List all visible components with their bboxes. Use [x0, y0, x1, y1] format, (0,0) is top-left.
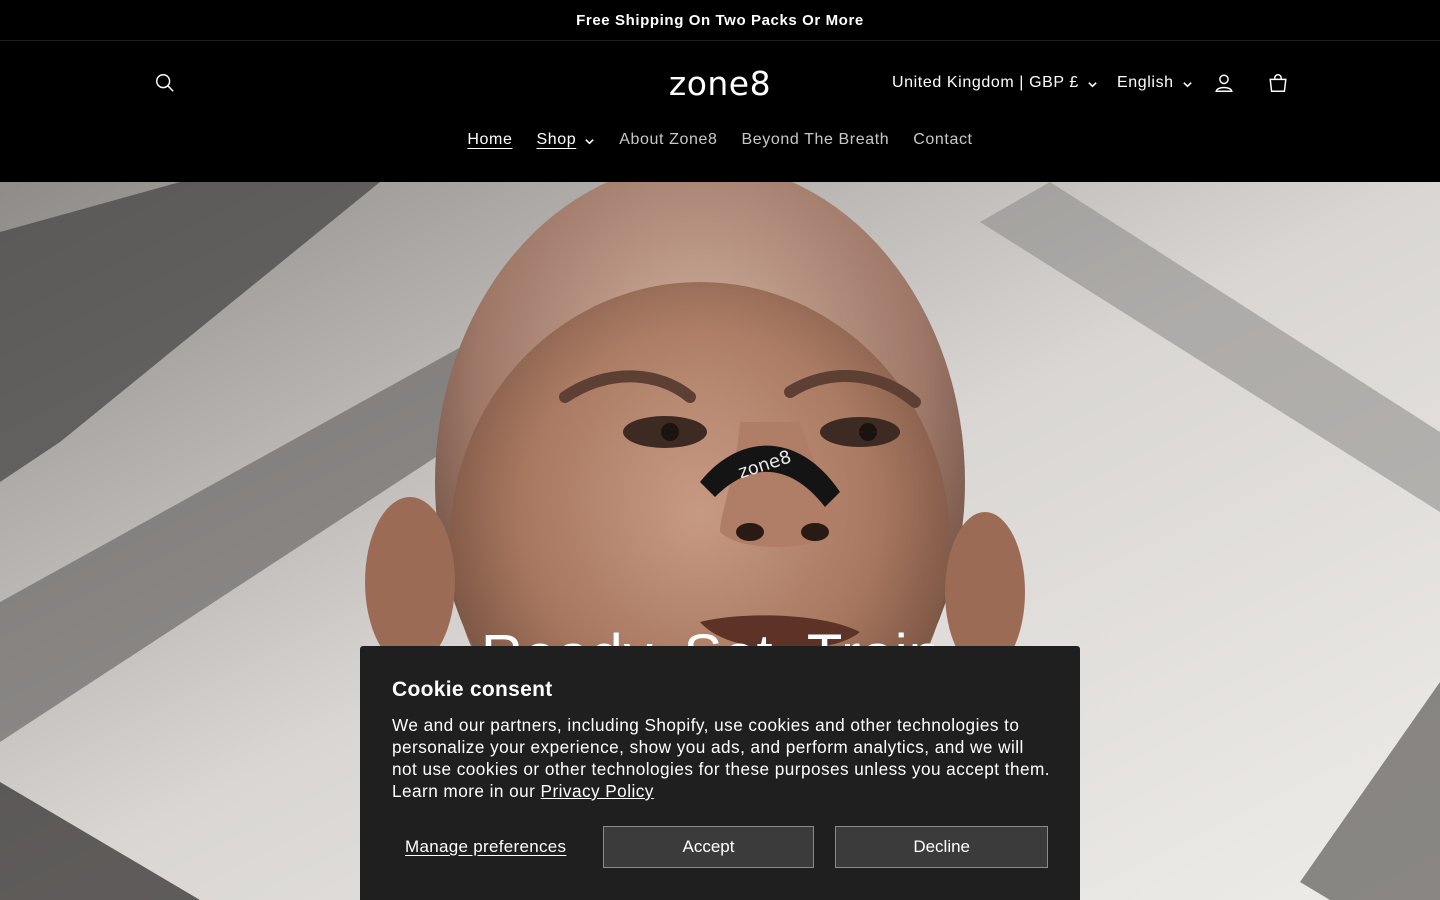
- cart-icon: [1269, 74, 1287, 92]
- chevron-down-icon: [1088, 81, 1097, 87]
- cookie-consent-banner: Cookie consent We and our partners, incl…: [360, 646, 1080, 900]
- language-label: English: [1117, 74, 1174, 91]
- search-icon: [156, 74, 174, 92]
- country-label: United Kingdom | GBP £: [892, 74, 1079, 91]
- nav-contact-label: Contact: [913, 131, 973, 148]
- nav-shop[interactable]: Shop: [524, 131, 607, 149]
- cart-button[interactable]: [1256, 61, 1300, 105]
- zone8-logo[interactable]: zone8: [650, 63, 790, 103]
- nav-beyond-label: Beyond The Breath: [741, 131, 890, 148]
- nav-contact[interactable]: Contact: [901, 131, 984, 149]
- site-header: zone8 United Kingdom | GBP £ English Hom…: [0, 41, 1440, 182]
- country-selector[interactable]: United Kingdom | GBP £: [892, 69, 1098, 97]
- nav-home-label: Home: [467, 131, 513, 148]
- main-nav: Home Shop About Zone8 Beyond The Breath …: [0, 125, 1440, 155]
- cookie-body: We and our partners, including Shopify, …: [392, 715, 1050, 801]
- privacy-policy-link[interactable]: Privacy Policy: [541, 781, 654, 801]
- nav-home[interactable]: Home: [455, 131, 524, 149]
- language-selector[interactable]: English: [1117, 69, 1193, 97]
- nav-about[interactable]: About Zone8: [607, 131, 729, 149]
- nav-shop-label: Shop: [536, 131, 577, 148]
- chevron-down-icon: [585, 138, 594, 144]
- announcement-text: Free Shipping On Two Packs Or More: [576, 11, 864, 29]
- cookie-text: We and our partners, including Shopify, …: [392, 714, 1052, 802]
- manage-preferences-button[interactable]: Manage preferences: [392, 837, 602, 857]
- announcement-bar: Free Shipping On Two Packs Or More: [0, 0, 1440, 41]
- account-icon: [1215, 74, 1233, 92]
- nav-beyond-the-breath[interactable]: Beyond The Breath: [729, 131, 901, 149]
- cookie-actions: Manage preferences Accept Decline: [392, 826, 1048, 868]
- cookie-title: Cookie consent: [392, 678, 553, 701]
- account-button[interactable]: [1202, 61, 1246, 105]
- search-button[interactable]: [143, 61, 187, 105]
- chevron-down-icon: [1182, 81, 1192, 87]
- nav-about-label: About Zone8: [619, 131, 718, 148]
- decline-button[interactable]: Decline: [835, 826, 1048, 868]
- accept-button[interactable]: Accept: [602, 826, 815, 868]
